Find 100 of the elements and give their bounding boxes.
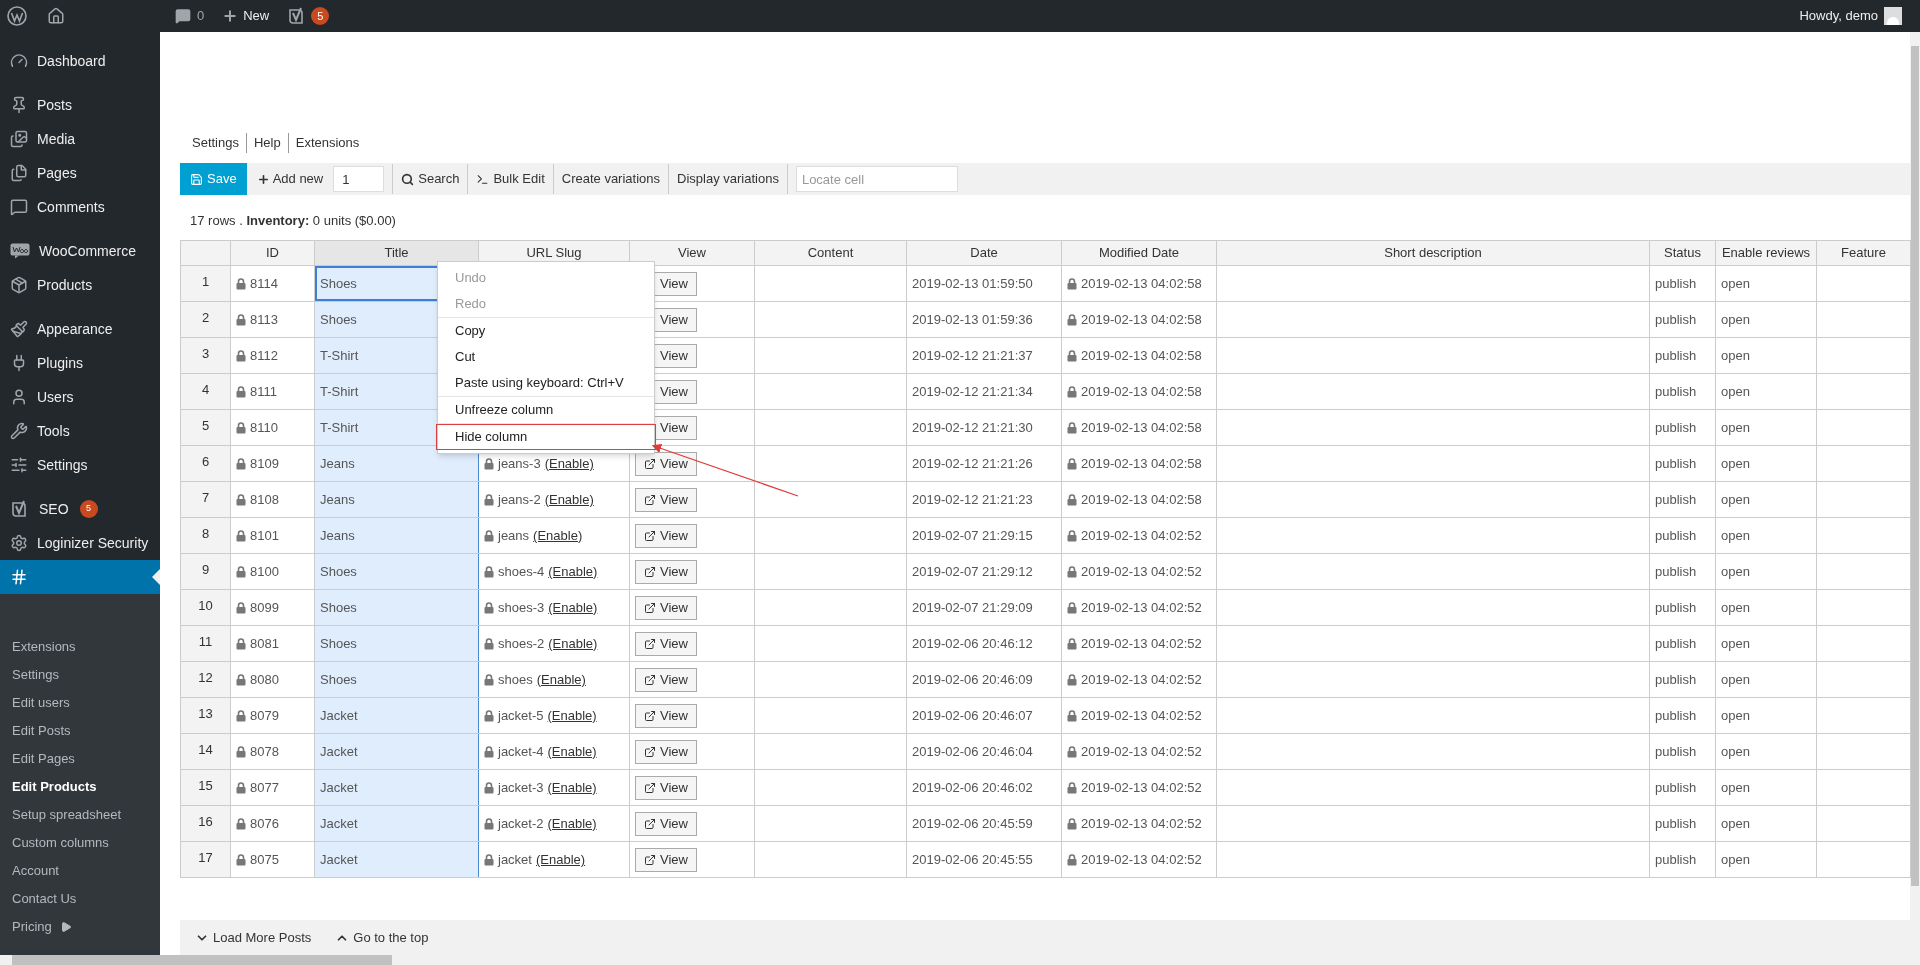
submenu-item[interactable]: Edit Pages bbox=[0, 745, 160, 773]
lock-icon bbox=[236, 817, 246, 830]
view-button[interactable]: View bbox=[635, 523, 697, 548]
title-cell[interactable]: Jeans bbox=[314, 481, 479, 518]
account-link[interactable]: Howdy, demo bbox=[1799, 6, 1902, 26]
top-link[interactable]: Settings bbox=[180, 133, 246, 153]
top-link[interactable]: Help bbox=[246, 133, 288, 153]
title-cell[interactable]: Jeans bbox=[314, 517, 479, 554]
submenu-item[interactable]: Pricing bbox=[0, 913, 160, 941]
view-button[interactable]: View bbox=[635, 775, 697, 800]
submenu-item[interactable]: Edit Products bbox=[0, 773, 160, 801]
top-link[interactable]: Extensions bbox=[287, 133, 367, 153]
home-icon[interactable] bbox=[47, 7, 65, 25]
view-button[interactable]: View bbox=[635, 631, 697, 656]
submenu-item[interactable]: Edit users bbox=[0, 689, 160, 717]
view-button[interactable]: View bbox=[635, 739, 697, 764]
view-button[interactable]: View bbox=[635, 559, 697, 584]
submenu-item[interactable]: Extensions bbox=[0, 633, 160, 661]
pin-icon bbox=[10, 96, 28, 114]
menu-item[interactable]: Hide column bbox=[436, 424, 656, 450]
submenu-item[interactable]: Account bbox=[0, 857, 160, 885]
title-cell[interactable]: Jacket bbox=[314, 841, 479, 878]
lock-icon bbox=[484, 601, 494, 614]
sidebar-item[interactable]: Plugins bbox=[0, 346, 160, 380]
title-cell[interactable]: Jacket bbox=[314, 769, 479, 806]
enable-link[interactable]: (Enable) bbox=[544, 453, 594, 474]
create-variations-button[interactable]: Create variations bbox=[561, 169, 661, 189]
column-header[interactable]: Title bbox=[314, 240, 479, 266]
enable-link[interactable]: (Enable) bbox=[544, 489, 594, 510]
comments-link[interactable]: 0 bbox=[175, 6, 205, 26]
enable-link[interactable]: (Enable) bbox=[547, 705, 597, 726]
submenu-item[interactable]: Settings bbox=[0, 661, 160, 689]
enable-link[interactable]: (Enable) bbox=[536, 669, 586, 690]
id-cell: 8078 bbox=[230, 733, 315, 770]
seo-link[interactable]: 5 bbox=[287, 6, 330, 26]
modified-date-cell: 2019-02-13 04:02:58 bbox=[1061, 373, 1217, 410]
view-button[interactable]: View bbox=[635, 595, 697, 620]
submenu-item[interactable]: Custom columns bbox=[0, 829, 160, 857]
view-button[interactable]: View bbox=[635, 703, 697, 728]
view-button[interactable]: View bbox=[635, 451, 697, 476]
sidebar-item[interactable]: WooCommerce bbox=[0, 234, 160, 268]
locate-cell-field[interactable]: Locate cell bbox=[795, 166, 958, 192]
title-cell[interactable]: Shoes bbox=[314, 553, 479, 590]
view-button[interactable]: View bbox=[635, 667, 697, 692]
menu-item[interactable]: Unfreeze column bbox=[438, 397, 654, 423]
sidebar-item[interactable]: Loginizer Security bbox=[0, 526, 160, 560]
go-top-link[interactable]: Go to the top bbox=[335, 927, 429, 948]
vertical-scrollbar[interactable] bbox=[1910, 32, 1920, 955]
column-header[interactable]: Date bbox=[906, 240, 1062, 266]
title-cell[interactable]: Shoes bbox=[314, 589, 479, 626]
sidebar-item[interactable]: Media bbox=[0, 122, 160, 156]
sidebar-item[interactable]: Pages bbox=[0, 156, 160, 190]
add-new-button[interactable]: Add new bbox=[254, 169, 326, 189]
sidebar-item[interactable]: Posts bbox=[0, 88, 160, 122]
sidebar-item[interactable]: Dashboard bbox=[0, 44, 160, 78]
column-header[interactable]: Status bbox=[1649, 240, 1716, 266]
column-header[interactable]: Short description bbox=[1216, 240, 1650, 266]
reviews-cell: open bbox=[1715, 445, 1817, 482]
search-button[interactable]: Search bbox=[401, 169, 460, 189]
title-cell[interactable]: Shoes bbox=[314, 625, 479, 662]
submenu-item[interactable]: Edit Posts bbox=[0, 717, 160, 745]
enable-link[interactable]: (Enable) bbox=[548, 561, 598, 582]
lock-icon bbox=[484, 853, 494, 866]
view-button[interactable]: View bbox=[635, 487, 697, 512]
slug-text: jacket-3 bbox=[498, 778, 544, 797]
title-cell[interactable]: Jacket bbox=[314, 805, 479, 842]
enable-link[interactable]: (Enable) bbox=[535, 849, 586, 870]
sidebar-item[interactable]: Products bbox=[0, 268, 160, 302]
sidebar-item[interactable]: Settings bbox=[0, 448, 160, 482]
column-header[interactable]: Content bbox=[754, 240, 907, 266]
enable-link[interactable]: (Enable) bbox=[533, 525, 583, 546]
column-header[interactable]: Feature bbox=[1816, 240, 1911, 266]
enable-link[interactable]: (Enable) bbox=[547, 777, 597, 798]
count-input[interactable]: 1 bbox=[333, 166, 385, 192]
column-header[interactable]: Enable reviews bbox=[1715, 240, 1817, 266]
sidebar-item[interactable]: Comments bbox=[0, 190, 160, 224]
enable-link[interactable]: (Enable) bbox=[548, 597, 598, 618]
enable-link[interactable]: (Enable) bbox=[548, 633, 598, 654]
wordpress-logo-icon[interactable] bbox=[7, 6, 27, 26]
view-button[interactable]: View bbox=[635, 811, 697, 836]
sidebar-item[interactable]: SEO 5 bbox=[0, 492, 160, 526]
bulk-edit-button[interactable]: Bulk Edit bbox=[476, 169, 545, 189]
sidebar-item[interactable]: Appearance bbox=[0, 312, 160, 346]
view-button[interactable]: View bbox=[635, 847, 697, 872]
new-link[interactable]: New bbox=[222, 6, 270, 26]
load-more-link[interactable]: Load More Posts bbox=[195, 927, 312, 948]
display-variations-button[interactable]: Display variations bbox=[677, 169, 779, 189]
column-header[interactable]: ID bbox=[230, 240, 315, 266]
horizontal-scrollbar[interactable] bbox=[0, 955, 1920, 965]
sidebar-item[interactable]: Tools bbox=[0, 414, 160, 448]
sidebar-item[interactable] bbox=[0, 560, 160, 594]
title-cell[interactable]: Jacket bbox=[314, 733, 479, 770]
title-cell[interactable]: Jacket bbox=[314, 697, 479, 734]
column-header[interactable]: Modified Date bbox=[1061, 240, 1217, 266]
sidebar-item[interactable]: Users bbox=[0, 380, 160, 414]
title-cell[interactable]: Shoes bbox=[314, 661, 479, 698]
submenu-item[interactable]: Setup spreadsheet bbox=[0, 801, 160, 829]
enable-link[interactable]: (Enable) bbox=[547, 813, 597, 834]
enable-link[interactable]: (Enable) bbox=[547, 741, 597, 762]
submenu-item[interactable]: Contact Us bbox=[0, 885, 160, 913]
